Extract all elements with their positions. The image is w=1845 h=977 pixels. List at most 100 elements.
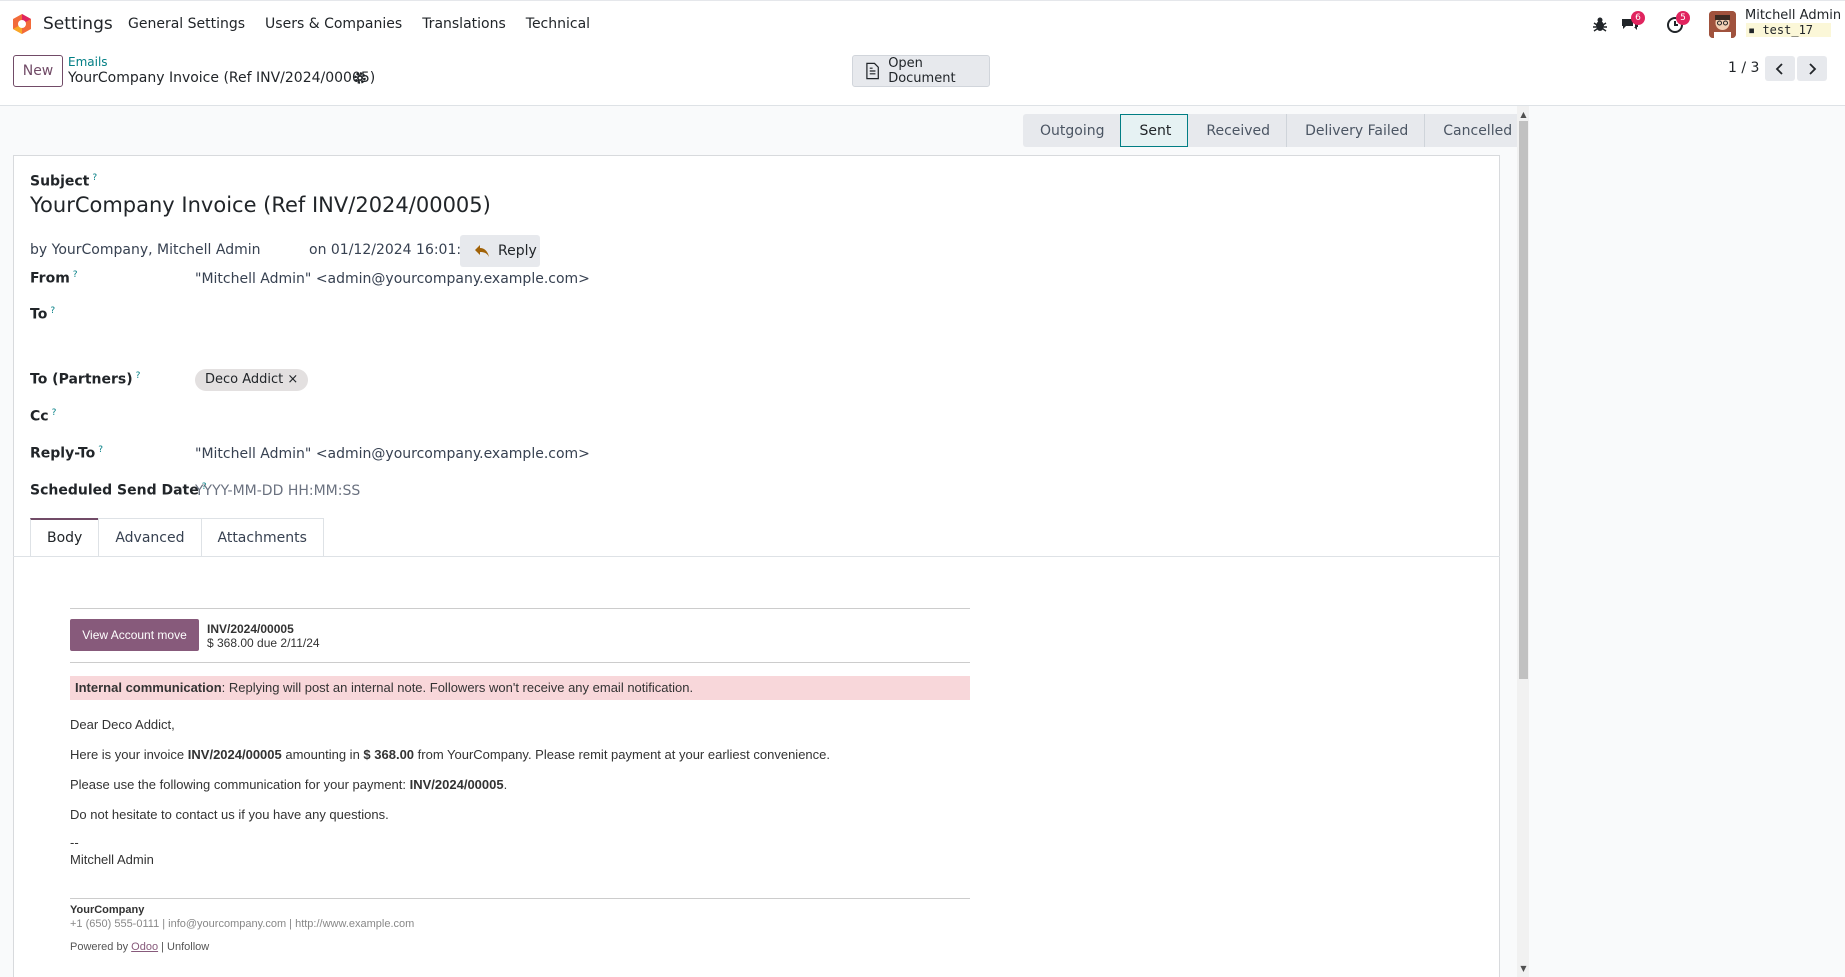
help-icon[interactable]: ? (136, 371, 141, 381)
status-delivery-failed[interactable]: Delivery Failed (1287, 114, 1425, 147)
activity-clock-icon[interactable]: 5 (1665, 11, 1690, 35)
reply-to-field[interactable]: "Mitchell Admin" <admin@yourcompany.exam… (195, 446, 590, 462)
email-amount: $ 368.00 (363, 747, 415, 762)
document-icon (866, 62, 879, 80)
from-label: From? (30, 270, 78, 287)
top-navbar: Settings General Settings Users & Compan… (0, 0, 1845, 47)
tag-remove-icon[interactable]: × (287, 372, 298, 387)
message-author: by YourCompany, Mitchell Admin (30, 242, 261, 258)
footer-powered-by: Powered by Odoo | Unfollow (70, 941, 209, 953)
invoice-due: $ 368.00 due 2/11/24 (207, 636, 320, 650)
partner-tag[interactable]: Deco Addict × (195, 369, 309, 391)
from-label-text: From (30, 270, 70, 287)
scroll-up-icon[interactable]: ▲ (1519, 110, 1528, 119)
scheduled-date-label: Scheduled Send Date? (30, 482, 207, 499)
email-text: from YourCompany. Please remit payment a… (414, 747, 830, 762)
email-text: . (503, 777, 508, 792)
status-sent[interactable]: Sent (1120, 114, 1189, 147)
subject-label: Subject? (30, 173, 97, 190)
help-icon[interactable]: ? (52, 408, 57, 418)
email-line-communication: Please use the following communication f… (70, 777, 507, 792)
help-icon[interactable]: ? (50, 306, 55, 316)
reply-label: Reply (498, 243, 537, 259)
chevron-right-icon (1809, 62, 1817, 75)
divider (70, 662, 970, 663)
scrollbar-thumb[interactable] (1519, 121, 1528, 679)
reply-button[interactable]: Reply (460, 235, 540, 267)
tab-advanced[interactable]: Advanced (98, 518, 202, 556)
gear-icon[interactable] (353, 71, 367, 85)
help-icon[interactable]: ? (92, 173, 97, 183)
to-label-text: To (30, 306, 48, 323)
help-icon[interactable]: ? (73, 270, 78, 280)
help-icon[interactable]: ? (98, 445, 103, 455)
notice-text: : Replying will post an internal note. F… (221, 680, 694, 695)
menu-users-companies[interactable]: Users & Companies (255, 16, 412, 32)
reply-to-label-text: Reply-To (30, 445, 96, 462)
subject-title[interactable]: YourCompany Invoice (Ref INV/2024/00005) (30, 193, 491, 217)
chevron-left-icon (1775, 62, 1783, 75)
pager-value[interactable]: 1 / 3 (1728, 60, 1759, 76)
reply-to-label: Reply-To? (30, 445, 103, 462)
unfollow-link[interactable]: | Unfollow (158, 941, 209, 953)
to-partners-label-text: To (Partners) (30, 371, 133, 388)
database-name: ▪ test_17 (1746, 23, 1832, 37)
email-signature-dash: -- (70, 835, 79, 850)
from-field[interactable]: "Mitchell Admin" <admin@yourcompany.exam… (195, 271, 590, 287)
cc-label: Cc? (30, 408, 56, 425)
chat-icon[interactable]: 6 (1620, 11, 1645, 35)
menu-translations[interactable]: Translations (412, 16, 516, 32)
app-name[interactable]: Settings (43, 14, 113, 34)
email-text: Here is your invoice (70, 747, 188, 762)
debug-bug-icon[interactable] (1590, 15, 1610, 35)
status-outgoing[interactable]: Outgoing (1023, 114, 1121, 147)
email-text: Please use the following communication f… (70, 777, 410, 792)
to-label: To? (30, 306, 55, 323)
tab-attachments[interactable]: Attachments (200, 518, 324, 556)
new-button[interactable]: New (13, 55, 63, 87)
partner-tag-label: Deco Addict (205, 372, 284, 387)
open-document-button[interactable]: Open Document (852, 55, 990, 87)
footer-company: YourCompany (70, 904, 145, 916)
footer-contact: +1 (650) 555-0111 | info@yourcompany.com… (70, 918, 415, 930)
email-invoice-ref: INV/2024/00005 (187, 747, 282, 762)
footer-powered-text: Powered by (70, 941, 132, 953)
menu-technical[interactable]: Technical (516, 16, 600, 32)
main-menu: General Settings Users & Companies Trans… (118, 16, 600, 32)
open-document-label: Open Document (888, 56, 956, 86)
odoo-app-icon[interactable] (11, 13, 33, 35)
email-line-contact: Do not hesitate to contact us if you hav… (70, 807, 389, 822)
view-account-move-button[interactable]: View Account move (70, 619, 199, 651)
chat-count-badge: 6 (1631, 11, 1645, 25)
status-bar: Outgoing Sent Received Delivery Failed C… (1023, 114, 1529, 147)
notebook-tabs: Body Advanced Attachments (30, 518, 324, 556)
tab-body[interactable]: Body (30, 518, 100, 556)
notice-title: Internal communication (75, 680, 222, 695)
tabs-divider (13, 556, 1500, 557)
pager-previous-button[interactable] (1765, 56, 1795, 81)
cc-label-text: Cc (30, 408, 49, 425)
status-received[interactable]: Received (1188, 114, 1287, 147)
menu-general-settings[interactable]: General Settings (118, 16, 255, 32)
scroll-down-icon[interactable]: ▼ (1519, 964, 1528, 973)
divider (70, 898, 970, 899)
breadcrumb-current: YourCompany Invoice (Ref INV/2024/00005) (68, 70, 376, 86)
to-partners-label: To (Partners)? (30, 371, 140, 388)
odoo-link[interactable]: Odoo (131, 941, 158, 953)
user-avatar[interactable] (1709, 11, 1736, 38)
email-signature-name: Mitchell Admin (70, 852, 154, 867)
scheduled-date-input[interactable]: YYYY-MM-DD HH:MM:SS (195, 483, 360, 499)
divider (70, 608, 970, 609)
breadcrumb-emails[interactable]: Emails (68, 55, 108, 69)
pager-next-button[interactable] (1797, 56, 1827, 81)
email-line-invoice: Here is your invoice INV/2024/00005 amou… (70, 747, 830, 762)
database-icon: ▪ (1748, 23, 1763, 37)
scheduled-date-label-text: Scheduled Send Date (30, 482, 199, 499)
user-name[interactable]: Mitchell Admin (1745, 8, 1841, 23)
message-date: on 01/12/2024 16:01:33 (309, 242, 479, 258)
status-cancelled[interactable]: Cancelled (1425, 114, 1529, 147)
internal-communication-notice: Internal communication: Replying will po… (70, 676, 970, 700)
reply-icon (475, 245, 489, 257)
database-name-text: test_17 (1762, 23, 1814, 37)
email-text: amounting in (281, 747, 364, 762)
